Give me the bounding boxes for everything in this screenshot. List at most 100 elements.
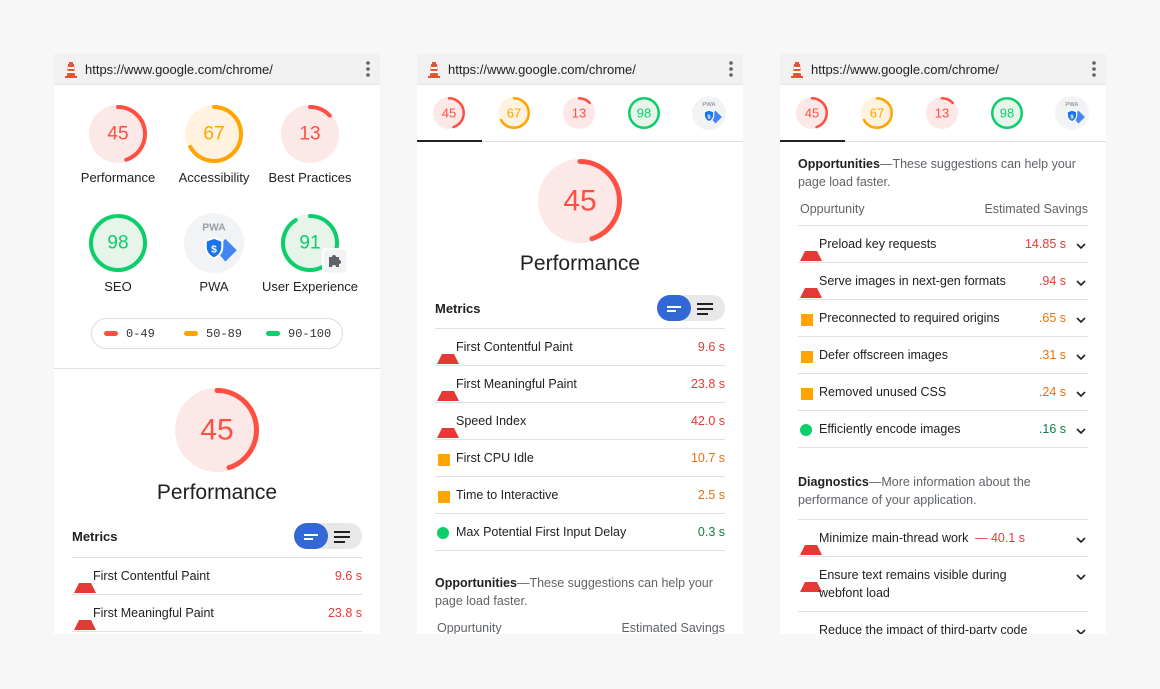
category-tab-0[interactable]: 45 — [795, 96, 829, 135]
category-tab-pwa[interactable]: PWA $ — [692, 96, 726, 135]
expanded-view-icon[interactable] — [697, 302, 713, 320]
gauge-score: 98 — [1000, 106, 1014, 121]
chevron-down-icon[interactable] — [1076, 428, 1086, 435]
metric-name: Max Potential First Input Delay — [456, 525, 627, 539]
chevron-down-icon[interactable] — [1076, 354, 1086, 361]
compact-view-icon — [304, 530, 318, 548]
expand-chevron[interactable] — [1076, 625, 1086, 634]
metric-row[interactable]: First CPU Idle 10.7 s — [435, 439, 725, 477]
opportunity-name: Efficiently encode images — [819, 422, 961, 436]
address-bar[interactable]: https://www.google.com/chrome/ — [54, 54, 380, 85]
active-tab-indicator — [780, 140, 845, 142]
view-toggle[interactable] — [294, 523, 362, 549]
category-tab-2[interactable]: 13 — [925, 96, 959, 135]
opportunity-savings: .65 s — [1038, 311, 1066, 325]
category-tab-3[interactable]: 98 — [627, 96, 661, 135]
phone-performance-screen: https://www.google.com/chrome/ 45 67 13 … — [417, 54, 743, 634]
legend-fail: 0-49 — [104, 327, 155, 341]
category-tab-3[interactable]: 98 — [990, 96, 1024, 135]
chevron-down-icon[interactable] — [1076, 537, 1086, 544]
opportunity-row[interactable]: Removed unused CSS .24 s — [798, 373, 1088, 411]
compact-view-icon — [667, 302, 681, 320]
svg-text:$: $ — [211, 244, 217, 255]
opportunity-name: Preload key requests — [819, 237, 937, 251]
chevron-down-icon[interactable] — [1076, 317, 1086, 324]
chevron-down-icon[interactable] — [1076, 391, 1086, 398]
score-gauge-ring: 45 — [796, 97, 828, 129]
legend-average-swatch — [184, 331, 198, 337]
score-gauge-ring: 13 — [563, 97, 595, 129]
diagnostic-row[interactable]: Ensure text remains visible during webfon… — [798, 556, 1088, 612]
expand-chevron[interactable] — [1076, 239, 1086, 253]
section-divider — [54, 368, 380, 369]
chevron-down-icon[interactable] — [1076, 629, 1086, 634]
chevron-down-icon[interactable] — [1076, 280, 1086, 287]
chevron-down-icon[interactable] — [1076, 243, 1086, 250]
metric-row[interactable]: Speed Index 42.0 s — [435, 402, 725, 440]
opportunity-name: Removed unused CSS — [819, 385, 947, 399]
gauge-score: 45 — [442, 106, 456, 121]
diagnostic-name: Ensure text remains visible during — [819, 568, 1007, 582]
opportunity-row[interactable]: Serve images in next-gen formats .94 s — [798, 262, 1088, 300]
metric-name: First Meaningful Paint — [456, 377, 577, 391]
expand-chevron[interactable] — [1076, 533, 1086, 547]
metric-value: 2.5 s — [697, 488, 725, 502]
diagnostic-row[interactable]: Reduce the impact of third-party code — [798, 611, 1088, 634]
diagnostic-name: Minimize main-thread work — [819, 531, 969, 545]
expanded-view-icon[interactable] — [334, 530, 350, 548]
legend-fail-swatch — [104, 331, 118, 337]
metric-row[interactable]: Max Potential First Input Delay 0.3 s — [435, 513, 725, 551]
pass-circle-icon — [437, 527, 449, 539]
col-estimated-savings: Estimated Savings — [984, 202, 1088, 216]
chevron-down-icon[interactable] — [1076, 574, 1086, 581]
view-toggle[interactable] — [657, 295, 725, 321]
col-opportunity: Oppurtunity — [800, 202, 865, 216]
category-gauge-accessibility[interactable]: 67 — [184, 104, 244, 169]
category-gauge-seo[interactable]: 98 — [88, 213, 148, 278]
category-tab-0[interactable]: 45 — [432, 96, 466, 135]
category-gauge-pwa[interactable]: PWA $ — [184, 213, 244, 278]
category-tab-1[interactable]: 67 — [497, 96, 531, 135]
metric-name: Time to Interactive — [456, 488, 559, 502]
diagnostic-row[interactable]: Minimize main-thread work — 40.1 s — [798, 519, 1088, 557]
gauge-score: 67 — [203, 124, 224, 145]
expand-chevron[interactable] — [1076, 313, 1086, 327]
opportunity-savings: .24 s — [1038, 385, 1066, 399]
more-menu-icon[interactable] — [729, 61, 733, 82]
category-label: Accessibility — [178, 170, 250, 185]
metric-name: First Contentful Paint — [456, 340, 573, 354]
metric-value: 9.6 s — [697, 340, 725, 354]
opportunity-row[interactable]: Efficiently encode images .16 s — [798, 410, 1088, 448]
opportunity-row[interactable]: Defer offscreen images .31 s — [798, 336, 1088, 374]
metric-row[interactable]: First Contentful Paint 9.6 s — [72, 557, 362, 595]
category-gauge-performance[interactable]: 45 — [88, 104, 148, 169]
legend-average-range: 50-89 — [206, 327, 243, 341]
address-bar[interactable]: https://www.google.com/chrome/ — [417, 54, 743, 85]
metric-value: 23.8 s — [327, 606, 362, 620]
category-label: Best Practices — [268, 170, 352, 185]
metric-row[interactable]: First Meaningful Paint 23.8 s — [72, 594, 362, 632]
opportunity-row[interactable]: Preload key requests 14.85 s — [798, 225, 1088, 263]
expand-chevron[interactable] — [1076, 424, 1086, 438]
category-gauge-best-practices[interactable]: 13 — [280, 104, 340, 169]
expand-chevron[interactable] — [1076, 350, 1086, 364]
more-menu-icon[interactable] — [366, 61, 370, 82]
score-gauge-ring: 67 — [185, 105, 243, 163]
category-tab-1[interactable]: 67 — [860, 96, 894, 135]
metric-row[interactable]: Time to Interactive 2.5 s — [435, 476, 725, 514]
address-bar[interactable]: https://www.google.com/chrome/ — [780, 54, 1106, 85]
opportunity-savings: .16 s — [1038, 422, 1066, 436]
list-bottom-border — [435, 550, 725, 551]
more-menu-icon[interactable] — [1092, 61, 1096, 82]
category-tab-pwa[interactable]: PWA $ — [1055, 96, 1089, 135]
metric-row[interactable]: First Meaningful Paint 23.8 s — [435, 365, 725, 403]
gauge-score: 98 — [637, 106, 651, 121]
category-label: SEO — [104, 279, 132, 294]
category-label: User Experience — [261, 279, 359, 294]
opportunity-row[interactable]: Preconnected to required origins .65 s — [798, 299, 1088, 337]
expand-chevron[interactable] — [1076, 276, 1086, 290]
metric-row[interactable]: First Contentful Paint 9.6 s — [435, 328, 725, 366]
expand-chevron[interactable] — [1076, 570, 1086, 584]
expand-chevron[interactable] — [1076, 387, 1086, 401]
category-tab-2[interactable]: 13 — [562, 96, 596, 135]
